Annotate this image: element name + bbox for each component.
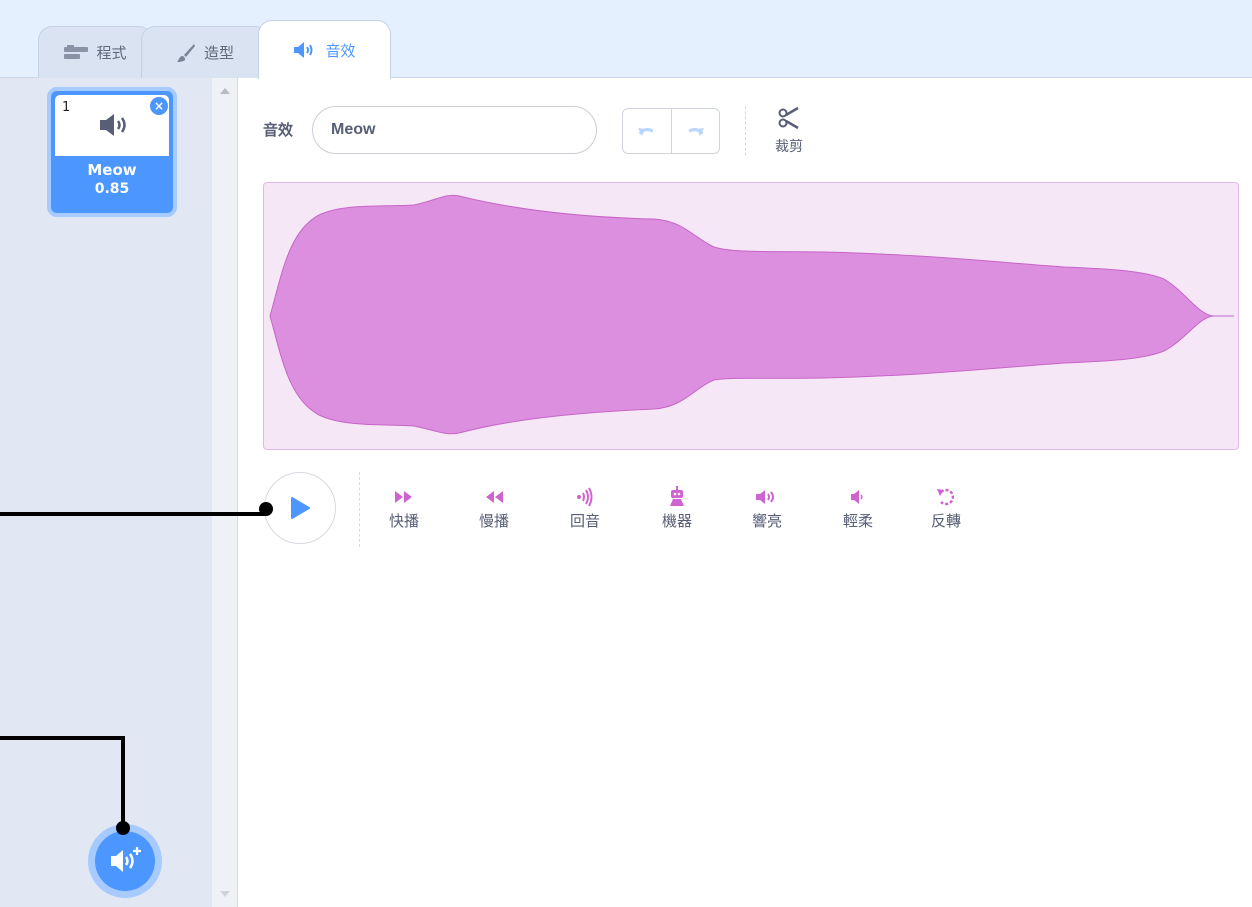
undo-button[interactable] <box>623 109 671 153</box>
fast-forward-icon <box>395 491 412 503</box>
undo-icon <box>637 128 654 136</box>
effect-robot-button[interactable]: 機器 <box>649 486 705 531</box>
paintbrush-icon <box>176 43 195 62</box>
effect-slower-label: 慢播 <box>478 512 509 530</box>
effect-faster-button[interactable]: 快播 <box>376 486 432 531</box>
sound-item-meow[interactable]: 1 × Meow 0.85 <box>47 87 177 217</box>
effects-divider <box>359 472 360 547</box>
add-sound-icon <box>111 847 141 872</box>
sidebar-scrollbar[interactable] <box>212 78 238 907</box>
effect-softer-button[interactable]: 輕柔 <box>830 486 886 531</box>
echo-icon <box>577 487 593 507</box>
add-sound-button[interactable] <box>88 824 162 898</box>
sound-item-index: 1 <box>62 100 71 115</box>
tab-code-label: 程式 <box>96 44 127 62</box>
effect-softer-label: 輕柔 <box>842 512 873 530</box>
rewind-icon <box>486 491 503 503</box>
effect-slower-button[interactable]: 慢播 <box>466 486 522 531</box>
tab-sounds-label: 音效 <box>325 41 356 60</box>
trim-label: 裁剪 <box>775 139 803 155</box>
effect-reverse-label: 反轉 <box>930 512 961 530</box>
sound-name-input[interactable] <box>312 106 597 154</box>
sound-item-name: Meow <box>87 161 137 179</box>
effect-reverse-button[interactable]: 反轉 <box>918 486 974 531</box>
reverse-icon <box>937 488 955 506</box>
softer-icon <box>851 490 863 504</box>
sound-name-label: 音效 <box>263 121 294 139</box>
effect-robot-label: 機器 <box>661 512 692 530</box>
robot-icon <box>670 486 684 506</box>
tab-code[interactable]: 程式 <box>38 26 153 78</box>
effect-louder-button[interactable]: 響亮 <box>739 486 795 531</box>
speaker-icon <box>294 42 313 58</box>
effect-louder-label: 響亮 <box>751 512 782 530</box>
speaker-icon <box>100 114 126 136</box>
redo-button[interactable] <box>670 109 720 153</box>
tab-sounds[interactable]: 音效 <box>258 20 391 79</box>
waveform-display[interactable] <box>263 182 1239 450</box>
add-sound-core <box>95 831 155 891</box>
play-button[interactable] <box>264 472 336 544</box>
waveform-graphic <box>269 194 1234 435</box>
delete-sound-close-icon[interactable]: × <box>150 97 168 115</box>
louder-icon <box>756 490 774 504</box>
scroll-down-arrow[interactable] <box>220 891 230 897</box>
effect-faster-label: 快播 <box>388 512 419 530</box>
effect-echo-button[interactable]: 回音 <box>557 486 613 531</box>
effect-echo-label: 回音 <box>569 512 600 530</box>
scissors-icon <box>778 106 799 130</box>
scroll-up-arrow[interactable] <box>220 88 230 94</box>
trim-button[interactable]: 裁剪 <box>764 106 814 156</box>
play-icon <box>291 497 310 519</box>
sound-item-duration: 0.85 <box>94 181 130 197</box>
tab-costumes[interactable]: 造型 <box>141 26 269 78</box>
code-blocks-icon <box>64 44 89 59</box>
editor-tab-bar: 程式 造型 音效 <box>0 0 1252 79</box>
tab-costumes-label: 造型 <box>203 44 234 62</box>
toolbar-divider <box>745 106 746 156</box>
redo-icon <box>688 128 705 136</box>
undo-redo-group <box>622 108 720 154</box>
